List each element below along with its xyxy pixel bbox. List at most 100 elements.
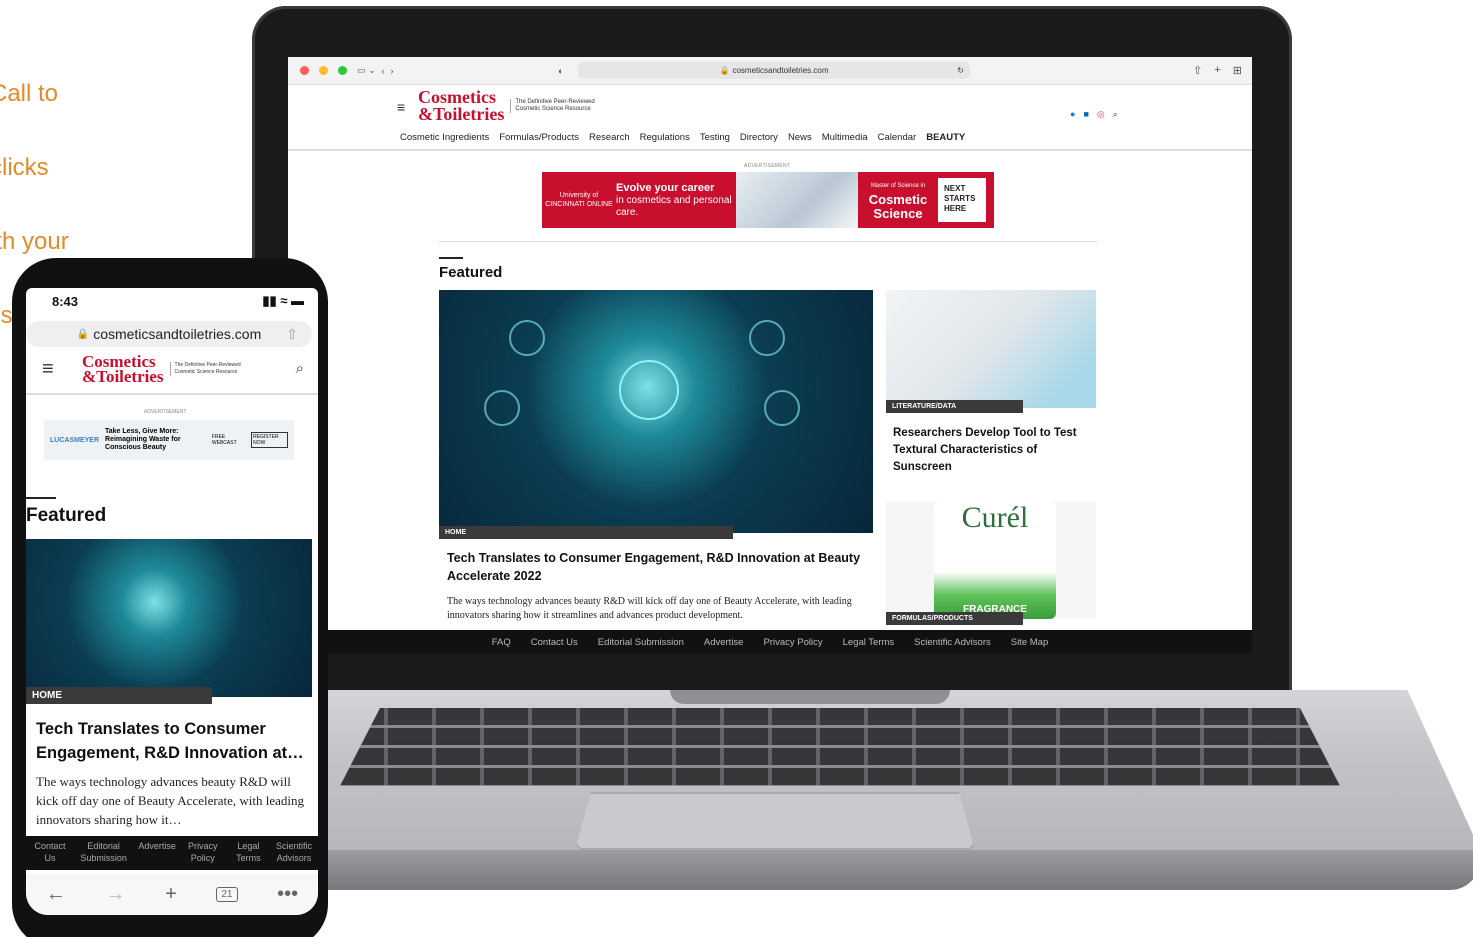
phone-hero-description: The ways technology advances beauty R&D … [36,774,304,827]
footer-link[interactable]: Site Map [1011,637,1049,648]
phone-footer: Contact Us Editorial Submission Advertis… [26,836,318,870]
phone-url: cosmeticsandtoiletries.com [93,326,262,342]
footer-link[interactable]: Advertise [137,840,177,866]
nav-item[interactable]: Calendar [878,132,917,143]
footer-link[interactable]: Editorial Submission [598,637,684,648]
status-time: 8:43 [52,293,79,309]
search-icon[interactable]: ⌕ [296,360,304,377]
zoom-window-button[interactable] [338,66,347,75]
back-icon[interactable]: ← [46,883,66,906]
phone-ad-cta[interactable]: REGISTER NOW [251,432,289,448]
curel-brand: Curél [961,501,1029,534]
footer-link[interactable]: Contact Us [30,840,70,866]
menu-icon[interactable]: ≡ [42,358,54,381]
minimize-window-button[interactable] [319,66,328,75]
site-footer: FAQ Contact Us Editorial Submission Adve… [288,630,1252,654]
new-tab-icon[interactable]: + [165,883,177,906]
head-icon [764,390,800,426]
search-icon[interactable]: ⌕ [1113,109,1118,120]
footer-link[interactable]: Editorial Submission [76,840,132,866]
nav-item[interactable]: News [788,132,812,143]
phone-hero-image[interactable] [26,539,312,697]
phone-ad-brand: LUCASMEYER [50,436,100,444]
footer-link[interactable]: Scientific Advisors [914,637,991,648]
laptop-base [270,690,1473,900]
tab-overview-icon[interactable]: ⊞ [1233,64,1242,77]
instagram-icon[interactable]: ◎ [1097,109,1105,120]
reload-icon[interactable]: ↻ [957,66,964,75]
nav-item-beauty-accelerate[interactable]: BEAUTY [926,132,965,143]
forward-icon[interactable]: › [391,66,394,76]
card-image-gloves[interactable] [886,290,1096,408]
card1-title[interactable]: Researchers Develop Tool to Test Textura… [893,425,1093,476]
new-tab-icon[interactable]: + [1214,64,1220,77]
phone-ad-webcast: FREE WEBCAST [211,434,237,446]
back-icon[interactable]: ‹ [382,66,385,76]
nav-item[interactable]: Directory [740,132,778,143]
logo-line-2: &Toiletries [82,367,164,386]
laptop-screen: ▭ ⌄ ‹ › ◐ 🔒 cosmeticsandtoiletries.com ↻… [288,57,1252,654]
footer-link[interactable]: Scientific Advisors [274,840,314,866]
address-bar[interactable]: 🔒 cosmeticsandtoiletries.com ↻ [578,62,970,79]
phone-ad-banner[interactable]: LUCASMEYER Take Less, Give More: Reimagi… [44,420,294,460]
logo-line-2: &Toiletries [418,104,505,124]
cloud-icon [484,390,520,426]
more-icon[interactable]: ••• [277,883,298,906]
ad-banner[interactable]: University of CINCINNATI ONLINE Evolve y… [542,172,994,228]
ad-label: ADVERTISEMENT [744,163,791,169]
ad-program-small: Master of Science in [870,183,926,189]
nav-item[interactable]: Cosmetic Ingredients [400,132,489,143]
phone-featured-accent [26,497,56,499]
phone-address-bar[interactable]: 🔒 cosmeticsandtoiletries.com ⇧ [26,321,312,347]
nav-item[interactable]: Research [589,132,630,143]
hero-description: The ways technology advances beauty R&D … [447,596,852,621]
sidebar-icon[interactable]: ▭ ⌄ [357,65,376,76]
footer-link[interactable]: Legal Terms [228,840,268,866]
nav-item[interactable]: Regulations [640,132,690,143]
footer-link[interactable]: Privacy Policy [763,637,822,648]
footer-link[interactable]: FAQ [492,637,511,648]
privacy-shield-icon[interactable]: ◐ [558,66,578,76]
featured-accent [439,257,463,259]
facebook-icon[interactable]: ● [1070,109,1075,120]
phone-status-bar: 8:43 ▮▮ ≈ ▬ [26,288,318,314]
hero-title[interactable]: Tech Translates to Consumer Engagement, … [447,549,867,585]
menu-icon[interactable]: ≡ [397,99,405,115]
close-window-button[interactable] [300,66,309,75]
hero-image[interactable] [439,290,873,533]
card2-category-tag[interactable]: FORMULAS/PRODUCTS [886,612,1023,625]
hero-category-tag[interactable]: HOME [439,526,733,539]
ad-program-name: Cosmetic Science [868,192,928,221]
footer-link[interactable]: Contact Us [531,637,578,648]
phone-hero-tag[interactable]: HOME [26,687,212,704]
card-image-curel[interactable]: Curél FRAGRANCE [886,501,1096,619]
phone-hero-title[interactable]: Tech Translates to Consumer Engagement, … [36,717,308,765]
phone-ad-headline: Take Less, Give More: Reimagining Waste … [105,428,181,451]
nav-item[interactable]: Formulas/Products [499,132,579,143]
share-icon[interactable]: ⇧ [1193,64,1202,77]
site-header: ≡ Cosmetics &Toiletries The Definitive P… [288,85,1252,151]
phone-site-logo[interactable]: Cosmetics &Toiletries The Definitive Pee… [82,353,250,386]
phone-featured-heading: Featured [26,505,107,526]
card1-category-tag[interactable]: LITERATURE/DATA [886,400,1023,413]
nav-item[interactable]: Multimedia [822,132,868,143]
footer-link[interactable]: Privacy Policy [183,840,223,866]
social-links: ● ■ ◎ ⌕ [1070,109,1118,120]
ad-cta[interactable]: NEXT STARTS HERE [938,178,986,222]
phone-screen: 8:43 ▮▮ ≈ ▬ 🔒 cosmeticsandtoiletries.com… [26,288,318,915]
side-copy-line: ith your [0,228,69,255]
monitor-icon [509,320,545,356]
footer-link[interactable]: Legal Terms [843,637,895,648]
linkedin-icon[interactable]: ■ [1083,109,1088,120]
nav-item[interactable]: Testing [700,132,730,143]
share-icon[interactable]: ⇧ [286,326,298,343]
ad-school: University of CINCINNATI ONLINE [545,192,613,208]
ad-copy: Evolve your career in cosmetics and pers… [616,182,736,219]
tabs-button[interactable]: 21 [216,887,238,902]
address-bar-url: cosmeticsandtoiletries.com [732,66,829,75]
site-logo[interactable]: Cosmetics &Toiletries The Definitive Pee… [418,88,602,124]
footer-link[interactable]: Advertise [704,637,744,648]
logo-tagline: The Definitive Peer-Reviewed Cosmetic Sc… [510,99,602,113]
brain-circle-graphic [619,360,679,420]
forward-icon[interactable]: → [105,883,125,906]
